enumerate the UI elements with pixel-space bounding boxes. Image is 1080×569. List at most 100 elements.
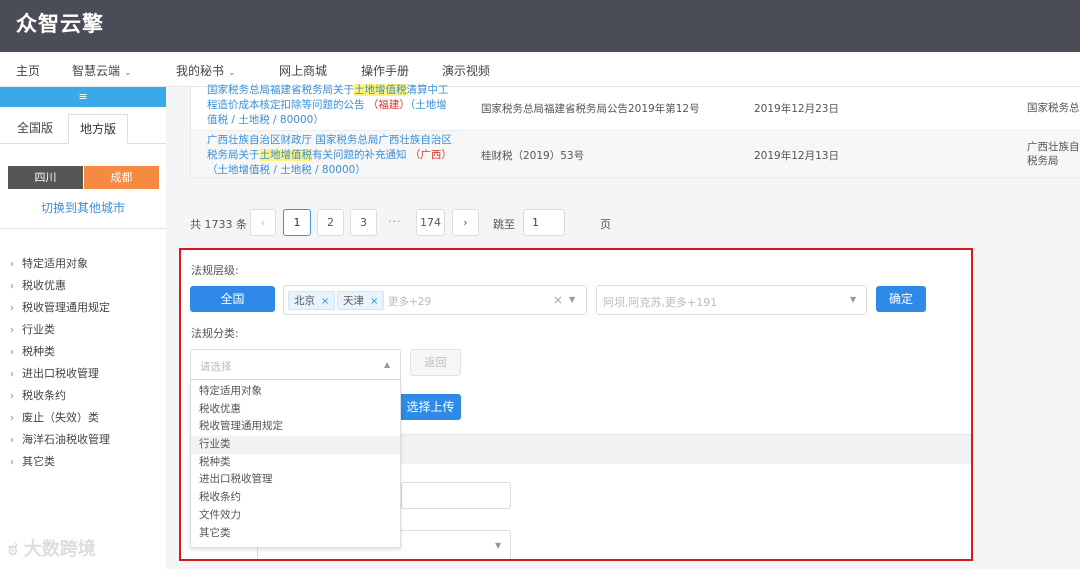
tab-national[interactable]: 全国版	[6, 114, 64, 144]
dropdown-option[interactable]: 特定适用对象	[191, 383, 400, 401]
publish-date: 2019年12月23日	[754, 103, 839, 115]
main-content: 国家税务总局福建省税务局关于土地增值税清算中工程造价成本核定扣除等问题的公告 （…	[166, 84, 1080, 569]
category-item[interactable]: › 税种类	[10, 341, 110, 363]
category-select[interactable]: 请选择 ▲	[190, 349, 401, 380]
category-item[interactable]: › 废止（失效）类	[10, 407, 110, 429]
filter-panel: 法规层级: 全国 北京 × 天津 × 更多+29 × ▼ 阿坝,阿克苏,更多+191…	[179, 248, 973, 561]
dropdown-option[interactable]: 税收管理通用规定	[191, 418, 400, 436]
keyword-highlight: 土地增值税	[354, 84, 407, 96]
tab-local[interactable]: 地方版	[68, 114, 128, 144]
city-button-chengdu[interactable]: 成都	[84, 166, 159, 189]
category-item[interactable]: › 税收优惠	[10, 275, 110, 297]
dropdown-option[interactable]: 税种类	[191, 454, 400, 472]
sidebar-menu-toggle[interactable]: ≡	[0, 87, 166, 107]
watermark-logo-icon: ಠ	[8, 539, 18, 560]
result-title-link[interactable]: 广西壮族自治区财政厅 国家税务总局广西壮族自治区税务局关于土地增值税有关问题的补…	[207, 133, 457, 178]
divider	[0, 228, 166, 229]
page-button[interactable]: 174	[416, 209, 445, 236]
jump-label: 跳至	[493, 218, 515, 231]
text-field[interactable]	[401, 482, 511, 509]
dropdown-option[interactable]: 进出口税收管理	[191, 471, 400, 489]
section-header-bar	[401, 434, 973, 464]
menu-icon: ≡	[78, 90, 88, 103]
national-button[interactable]: 全国	[190, 286, 275, 312]
dropdown-option[interactable]: 文件效力	[191, 507, 400, 525]
doc-number: 国家税务总局福建省税务局公告2019年第12号	[481, 103, 700, 115]
selected-tag: 天津 ×	[337, 291, 385, 310]
nav-item-home[interactable]: 主页	[16, 62, 40, 79]
chevron-right-icon: ›	[10, 325, 14, 336]
dropdown-option[interactable]: 行业类	[191, 436, 400, 454]
dropdown-option[interactable]: 税收优惠	[191, 401, 400, 419]
category-item[interactable]: › 行业类	[10, 319, 110, 341]
page-ellipsis: ···	[388, 215, 402, 228]
back-button[interactable]: 返回	[410, 349, 461, 376]
chevron-down-icon: ▼	[495, 541, 502, 550]
chevron-down-icon: ▼	[850, 295, 857, 304]
clear-icon[interactable]: ×	[553, 293, 563, 307]
tag-remove-icon[interactable]: ×	[321, 296, 329, 307]
jump-page-input[interactable]: 1	[523, 209, 565, 236]
main-nav: 主页 智慧云端 ⌄ 我的秘书 ⌄ 网上商城 操作手册 演示视频	[0, 52, 1080, 87]
selected-tag: 北京 ×	[288, 291, 336, 310]
top-bar: 众智云擎	[0, 0, 1080, 52]
chevron-down-icon: ▼	[569, 295, 576, 304]
watermark: ಠ 大数跨境	[8, 539, 96, 560]
category-item[interactable]: › 税收管理通用规定	[10, 297, 110, 319]
chevron-right-icon: ›	[10, 413, 14, 424]
level-label: 法规层级:	[191, 264, 239, 277]
dropdown-option[interactable]: 税收条约	[191, 489, 400, 507]
city-button-sichuan[interactable]: 四川	[8, 166, 83, 189]
nav-item-demo-video[interactable]: 演示视频	[442, 62, 490, 79]
category-item[interactable]: › 税收条约	[10, 385, 110, 407]
dropdown-option[interactable]: 其它类	[191, 525, 400, 543]
category-list: › 特定适用对象 › 税收优惠 › 税收管理通用规定 › 行业类 › 税种类 › 进出口税收…	[10, 253, 110, 473]
table-row: 国家税务总局福建省税务局关于土地增值税清算中工程造价成本核定扣除等问题的公告 （…	[191, 84, 1080, 131]
nav-item-my-secretary[interactable]: 我的秘书 ⌄	[176, 62, 236, 79]
confirm-button[interactable]: 确定	[876, 286, 926, 312]
region-tag: （广西）	[409, 149, 452, 161]
page-button[interactable]: 1	[283, 209, 311, 236]
tag-remove-icon[interactable]: ×	[370, 296, 378, 307]
results-table: 国家税务总局福建省税务局关于土地增值税清算中工程造价成本核定扣除等问题的公告 （…	[190, 84, 1080, 178]
sidebar: ≡ 全国版 地方版 四川 成都 切换到其他城市 › 特定适用对象 › 税收优惠 › 税…	[0, 87, 166, 569]
result-title-link[interactable]: 国家税务总局福建省税务局关于土地增值税清算中工程造价成本核定扣除等问题的公告 （…	[207, 83, 457, 128]
chevron-right-icon: ›	[10, 259, 14, 270]
chevron-right-icon: ›	[10, 435, 14, 446]
publish-date: 2019年12月13日	[754, 150, 839, 162]
chevron-right-icon: ›	[10, 281, 14, 292]
province-multiselect[interactable]: 北京 × 天津 × 更多+29 × ▼	[283, 285, 587, 315]
nav-item-manual[interactable]: 操作手册	[361, 62, 409, 79]
category-item[interactable]: › 特定适用对象	[10, 253, 110, 275]
category-item[interactable]: › 海洋石油税收管理	[10, 429, 110, 451]
app-logo[interactable]: 众智云擎	[16, 8, 104, 38]
version-tabs: 全国版 地方版	[0, 114, 166, 144]
total-count: 共 1733 条	[190, 218, 247, 231]
table-row: 广西壮族自治区财政厅 国家税务总局广西壮族自治区税务局关于土地增值税有关问题的补…	[191, 131, 1080, 178]
city-select-placeholder: 阿坝,阿克苏,更多+191	[603, 296, 718, 309]
nav-item-smart-cloud[interactable]: 智慧云端 ⌄	[72, 62, 132, 79]
prev-page-button[interactable]: ‹	[250, 209, 276, 236]
next-page-button[interactable]: ›	[452, 209, 479, 236]
category-label: 法规分类:	[191, 327, 239, 340]
category-item[interactable]: › 进出口税收管理	[10, 363, 110, 385]
issuing-source: 国家税务总局	[1027, 102, 1080, 114]
chevron-right-icon: ›	[10, 303, 14, 314]
category-select-placeholder: 请选择	[200, 361, 232, 373]
nav-item-online-store[interactable]: 网上商城	[279, 62, 327, 79]
keyword-highlight: 土地增值税	[259, 149, 312, 161]
doc-number: 桂财税（2019）53号	[481, 150, 585, 162]
chevron-right-icon: ›	[10, 347, 14, 358]
chevron-down-icon: ⌄	[228, 68, 236, 78]
chevron-right-icon: ›	[10, 457, 14, 468]
page-unit-label: 页	[600, 218, 611, 231]
city-select[interactable]: 阿坝,阿克苏,更多+191 ▼	[596, 285, 867, 315]
switch-city-link[interactable]: 切换到其他城市	[0, 199, 166, 216]
chevron-down-icon: ⌄	[124, 68, 132, 78]
page-button[interactable]: 2	[317, 209, 344, 236]
chevron-right-icon: ›	[10, 391, 14, 402]
category-dropdown: 特定适用对象 税收优惠 税收管理通用规定 行业类 税种类 进出口税收管理 税收条…	[190, 380, 401, 548]
upload-button[interactable]: 选择上传	[400, 394, 461, 420]
page-button[interactable]: 3	[350, 209, 377, 236]
category-item[interactable]: › 其它类	[10, 451, 110, 473]
